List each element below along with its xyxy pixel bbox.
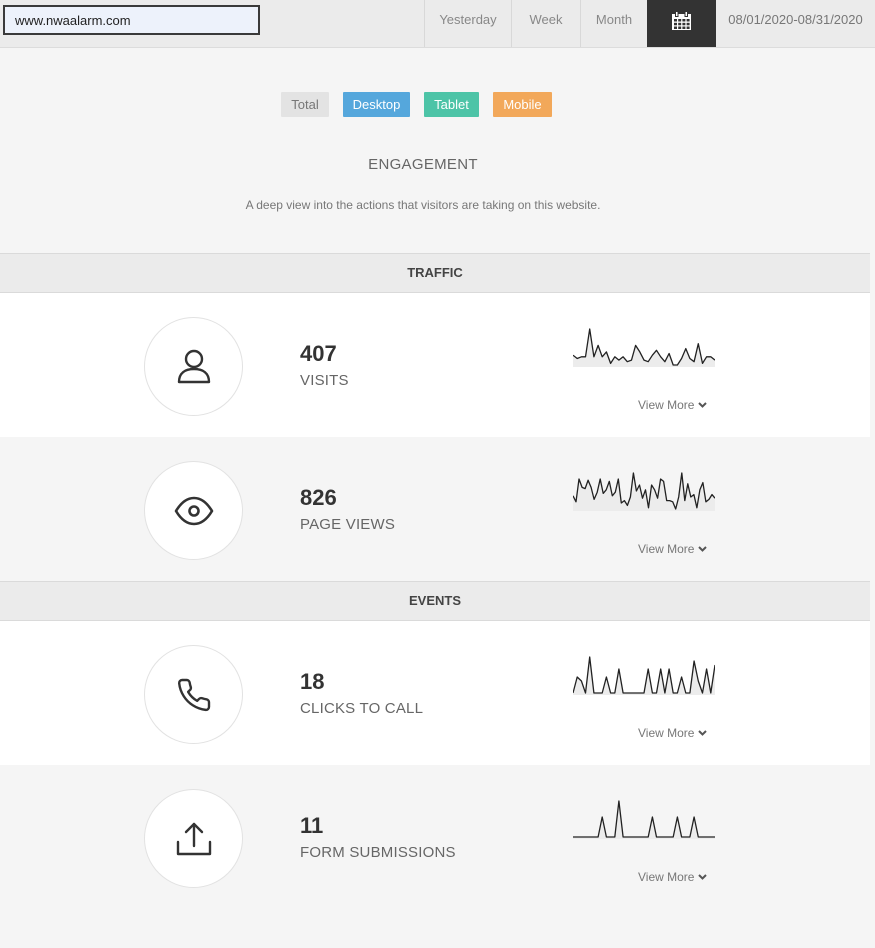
calendar-button[interactable] <box>647 0 716 47</box>
range-month-button[interactable]: Month <box>580 0 647 47</box>
top-bar: Yesterday Week Month 08/01/2020-08/31/20… <box>0 0 875 48</box>
sparkline <box>573 472 715 511</box>
metric-icon-circle <box>144 645 243 744</box>
view-more-link[interactable]: View More <box>638 870 708 884</box>
site-url-input[interactable] <box>3 5 260 35</box>
user-icon <box>177 349 210 383</box>
filter-desktop[interactable]: Desktop <box>343 92 410 117</box>
eye-icon <box>174 496 213 525</box>
view-more-label: View More <box>638 726 695 740</box>
date-range-display[interactable]: 08/01/2020-08/31/2020 <box>716 0 875 47</box>
metric-row-clicks-to-call: 18 CLICKS TO CALL View More <box>0 621 870 765</box>
filter-tablet[interactable]: Tablet <box>424 92 479 117</box>
view-more-label: View More <box>638 398 695 412</box>
filter-mobile[interactable]: Mobile <box>493 92 552 117</box>
metric-row-visits: 407 VISITS View More <box>0 293 870 437</box>
view-more-label: View More <box>638 542 695 556</box>
chevron-down-icon <box>698 546 708 552</box>
sparkline <box>573 800 715 839</box>
page-title: ENGAGEMENT <box>368 156 478 173</box>
metric-label: FORM SUBMISSIONS <box>300 844 456 861</box>
chevron-down-icon <box>698 402 708 408</box>
view-more-link[interactable]: View More <box>638 398 708 412</box>
filter-total[interactable]: Total <box>281 92 329 117</box>
chevron-down-icon <box>698 730 708 736</box>
view-more-link[interactable]: View More <box>638 542 708 556</box>
metric-value: 826 <box>300 485 337 510</box>
range-yesterday-button[interactable]: Yesterday <box>424 0 511 47</box>
metric-label: PAGE VIEWS <box>300 516 396 533</box>
sparkline-area <box>573 473 715 511</box>
metric-value: 407 <box>300 341 337 366</box>
chevron-down-icon <box>698 874 708 880</box>
sparkline <box>573 328 715 367</box>
view-more-link[interactable]: View More <box>638 726 708 740</box>
metric-row-page-views: 826 PAGE VIEWS View More <box>0 437 870 581</box>
metric-row-form-submissions: 11 FORM SUBMISSIONS View More <box>0 765 870 909</box>
section-header-traffic: TRAFFIC <box>0 253 870 293</box>
metric-value: 11 <box>300 813 324 838</box>
metric-label: VISITS <box>300 372 349 389</box>
phone-icon <box>177 678 210 711</box>
metric-label: CLICKS TO CALL <box>300 700 424 717</box>
metric-icon-circle <box>144 789 243 888</box>
calendar-icon <box>672 10 691 30</box>
metric-icon-circle <box>144 461 243 560</box>
section-header-events: EVENTS <box>0 581 870 621</box>
view-more-label: View More <box>638 870 695 884</box>
metric-value: 18 <box>300 669 325 694</box>
upload-icon <box>176 822 211 855</box>
range-week-button[interactable]: Week <box>511 0 580 47</box>
metric-icon-circle <box>144 317 243 416</box>
sparkline <box>573 656 715 695</box>
page-subtitle: A deep view into the actions that visito… <box>245 198 601 212</box>
